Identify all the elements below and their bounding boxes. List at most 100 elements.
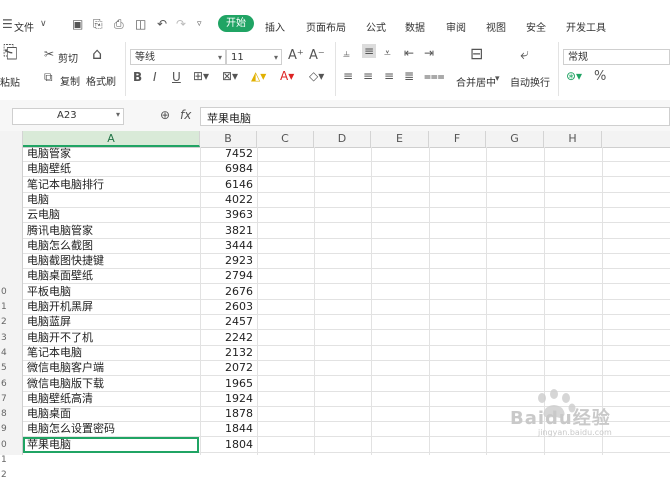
cell-b[interactable]: 2072 (201, 361, 253, 375)
row-header[interactable]: 2 (0, 315, 22, 330)
print-preview-icon[interactable]: ◫ (135, 17, 146, 31)
row-header[interactable]: 5 (0, 361, 22, 376)
row-header[interactable] (0, 484, 22, 499)
tab-view[interactable]: 视图 (486, 19, 506, 34)
align-center-icon[interactable]: ≡ (363, 69, 373, 83)
cell-b[interactable]: 1804 (201, 438, 253, 452)
fill-style-icon[interactable]: ⊠▾ (222, 69, 238, 83)
indent-increase-icon[interactable]: ⇥ (424, 46, 434, 60)
merge-center-icon[interactable]: ⊟ (470, 44, 483, 63)
cell-b[interactable]: 4022 (201, 193, 253, 207)
row-header[interactable]: 1 (0, 300, 22, 315)
tab-formulas[interactable]: 公式 (366, 19, 386, 34)
cell-a[interactable]: 笔记本电脑排行 (27, 178, 104, 192)
align-left-icon[interactable]: ≡ (343, 69, 353, 83)
column-header-g[interactable]: G (486, 131, 544, 147)
row-header[interactable] (0, 269, 22, 284)
row-header[interactable] (0, 162, 22, 177)
cell-b[interactable]: 2457 (201, 315, 253, 329)
align-middle-icon[interactable]: ≡ (362, 44, 377, 58)
row-header[interactable]: 8 (0, 407, 22, 422)
merge-center-button[interactable]: 合并居中 (456, 74, 496, 89)
row-header[interactable] (0, 254, 22, 269)
justify-icon[interactable]: ≣ (404, 69, 414, 83)
cell-b[interactable]: 1878 (201, 407, 253, 421)
cell-a[interactable]: 电脑管家 (27, 147, 71, 161)
save-icon[interactable]: ▣ (72, 17, 83, 31)
column-header-b[interactable]: B (200, 131, 257, 147)
italic-button[interactable]: I (153, 70, 157, 84)
cell-a[interactable]: 微信电脑版下载 (27, 377, 104, 391)
row-header[interactable]: 4 (0, 346, 22, 361)
format-painter-button[interactable]: 格式刷 (86, 73, 116, 88)
cell-b[interactable]: 2132 (201, 346, 253, 360)
column-header-h[interactable]: H (544, 131, 602, 147)
row-header[interactable] (0, 208, 22, 223)
indent-decrease-icon[interactable]: ⇤ (404, 46, 414, 60)
paste-icon[interactable]: ⎗ (3, 42, 17, 63)
bold-button[interactable]: B (133, 70, 142, 84)
insert-function-button[interactable]: fx (180, 108, 191, 122)
cell-b[interactable]: 2923 (201, 254, 253, 268)
cell-b[interactable]: 2794 (201, 269, 253, 283)
cell-b[interactable]: 3444 (201, 239, 253, 253)
zoom-icon[interactable]: ⊕ (160, 108, 170, 122)
currency-icon[interactable]: ⊛▾ (566, 69, 582, 83)
cell-b[interactable]: 6146 (201, 178, 253, 192)
select-all-corner[interactable] (0, 131, 23, 147)
cell-b[interactable]: 3821 (201, 224, 253, 238)
font-color-icon[interactable]: A▾ (280, 69, 294, 83)
formula-input[interactable]: 苹果电脑 (200, 107, 670, 126)
tab-page-layout[interactable]: 页面布局 (306, 19, 346, 34)
row-header[interactable] (0, 193, 22, 208)
row-header[interactable]: 1 (0, 453, 22, 468)
print-icon[interactable]: ⎙ (114, 17, 124, 32)
row-header[interactable]: 3 (0, 331, 22, 346)
column-header-a[interactable]: A (23, 131, 200, 147)
cell-a[interactable]: 电脑怎么截图 (27, 239, 93, 253)
menu-icon[interactable]: ☰ (2, 17, 13, 31)
row-header[interactable]: 0 (0, 285, 22, 300)
cell-b[interactable]: 7452 (201, 147, 253, 161)
file-menu[interactable]: 文件 (14, 19, 34, 34)
cell-a[interactable]: 电脑开不了机 (27, 331, 93, 345)
row-header[interactable] (0, 239, 22, 254)
cell-b[interactable]: 1924 (201, 392, 253, 406)
align-right-icon[interactable]: ≡ (384, 69, 394, 83)
distributed-icon[interactable]: ⩶ (424, 69, 445, 84)
column-header-d[interactable]: D (314, 131, 371, 147)
tab-data[interactable]: 数据 (405, 19, 425, 34)
cell-a[interactable]: 电脑怎么设置密码 (27, 422, 115, 436)
number-format-select[interactable]: 常规 (563, 49, 670, 65)
fill-color-icon[interactable]: ◭▾ (251, 69, 266, 83)
tab-security[interactable]: 安全 (526, 19, 546, 34)
row-header[interactable]: 7 (0, 392, 22, 407)
font-size-select[interactable]: 11 ▾ (226, 49, 282, 65)
row-header[interactable]: 9 (0, 422, 22, 437)
percent-icon[interactable]: % (594, 69, 606, 84)
cell-a[interactable]: 电脑截图快捷键 (27, 254, 104, 268)
font-name-select[interactable]: 等线 ▾ (130, 49, 226, 65)
cell-a[interactable]: 电脑壁纸高清 (27, 392, 93, 406)
cell-a[interactable]: 电脑壁纸 (27, 162, 71, 176)
row-header[interactable]: 2 (0, 468, 22, 483)
align-top-icon[interactable]: ⫨ (343, 46, 350, 61)
align-bottom-icon[interactable]: ⩡ (384, 46, 391, 61)
active-cell-selection[interactable] (23, 436, 199, 453)
cell-b[interactable]: 2603 (201, 300, 253, 314)
cell-a[interactable]: 笔记本电脑 (27, 346, 82, 360)
row-header[interactable] (0, 224, 22, 239)
redo-icon[interactable]: ↷ (176, 17, 186, 31)
cell-a[interactable]: 平板电脑 (27, 285, 71, 299)
row-header[interactable]: 0 (0, 438, 22, 453)
tab-review[interactable]: 审阅 (446, 19, 466, 34)
column-header-c[interactable]: C (257, 131, 314, 147)
cell-a[interactable]: 电脑桌面壁纸 (27, 269, 93, 283)
cell-a[interactable]: 电脑开机黑屏 (27, 300, 93, 314)
paste-button[interactable]: 粘贴 (0, 74, 20, 89)
row-header[interactable] (0, 178, 22, 193)
row-header[interactable] (0, 147, 22, 162)
cell-a[interactable]: 微信电脑客户端 (27, 361, 104, 375)
cell-b[interactable]: 2242 (201, 331, 253, 345)
column-header-f[interactable]: F (429, 131, 486, 147)
